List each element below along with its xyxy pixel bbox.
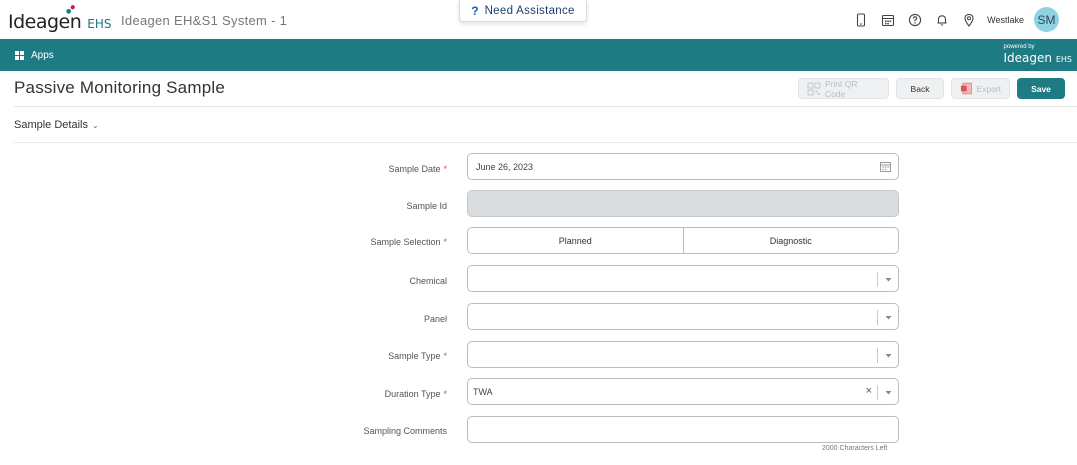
panel-label: Panel <box>423 314 447 324</box>
sample-type-label: Sample Type * <box>388 351 447 361</box>
caret-down-icon[interactable] <box>884 313 893 322</box>
sample-date-field[interactable]: June 26, 2023 <box>467 153 899 180</box>
sample-selection-label: Sample Selection * <box>370 237 447 247</box>
duration-type-label-text: Duration Type <box>384 389 441 399</box>
sampling-comments-input[interactable] <box>467 416 899 443</box>
print-qr-code-button[interactable]: Print QR Code <box>798 78 889 99</box>
duration-type-value: TWA <box>473 387 493 397</box>
logo-mark-icon <box>66 5 75 14</box>
dropdown-separator <box>877 385 878 400</box>
sample-type-dropdown[interactable] <box>467 341 899 368</box>
clear-icon[interactable]: × <box>866 385 872 397</box>
page-title: Passive Monitoring Sample <box>14 78 225 97</box>
required-marker: * <box>443 164 447 174</box>
powered-by-logo: powered by Ideagen EHS <box>1004 44 1072 67</box>
chemical-dropdown[interactable] <box>467 265 899 292</box>
dropdown-separator <box>877 310 878 325</box>
duration-type-dropdown[interactable]: TWA × <box>467 378 899 405</box>
sample-date-value: June 26, 2023 <box>476 162 534 172</box>
header-divider <box>14 106 1077 107</box>
user-avatar[interactable]: SM <box>1034 7 1059 32</box>
qr-code-icon <box>807 82 821 95</box>
caret-down-icon[interactable] <box>884 388 893 397</box>
planned-option[interactable]: Planned <box>468 228 683 253</box>
grid-icon <box>15 50 24 60</box>
export-button[interactable]: Export <box>951 78 1010 99</box>
caret-down-icon[interactable] <box>884 275 893 284</box>
help-circle-icon[interactable] <box>901 7 928 32</box>
action-toolbar: Print QR Code Back Export Save <box>791 78 1065 99</box>
back-button[interactable]: Back <box>896 78 944 99</box>
apps-label: Apps <box>31 49 54 61</box>
top-header: Ideagen EHS Ideagen EH&S1 System - 1 ? N… <box>0 0 1077 39</box>
mobile-icon[interactable] <box>847 7 874 32</box>
need-assistance-label: Need Assistance <box>484 4 575 17</box>
sample-id-label: Sample Id <box>406 201 447 211</box>
required-marker: * <box>443 237 447 247</box>
location-pin-icon[interactable] <box>955 7 982 32</box>
section-divider <box>14 142 1077 143</box>
question-icon: ? <box>471 3 479 18</box>
location-selector[interactable]: Westlake <box>987 15 1024 25</box>
sample-selection-label-text: Sample Selection <box>370 237 441 247</box>
caret-down-icon[interactable] <box>884 351 893 360</box>
logo-text: Ideagen <box>8 11 82 33</box>
bell-icon[interactable] <box>928 7 955 32</box>
sample-id-field <box>467 190 899 217</box>
sample-selection-toggle: Planned Diagnostic <box>467 227 899 254</box>
required-marker: * <box>443 351 447 361</box>
calendar-icon[interactable] <box>880 161 891 172</box>
dropdown-separator <box>877 348 878 363</box>
character-counter: 2000 Characters Left <box>822 445 888 452</box>
powered-by-text: powered by <box>1003 44 1035 50</box>
print-qr-code-label: Print QR Code <box>824 78 858 99</box>
chevron-down-icon: ⌄ <box>91 120 99 130</box>
logo-suffix: EHS <box>87 17 112 31</box>
powered-logo-suffix: EHS <box>1055 55 1072 64</box>
export-label: Export <box>976 83 1001 94</box>
sample-details-section-toggle[interactable]: Sample Details ⌄ <box>14 119 99 131</box>
dropdown-separator <box>877 272 878 287</box>
required-marker: * <box>443 389 447 399</box>
save-button[interactable]: Save <box>1017 78 1065 99</box>
sample-date-label-text: Sample Date <box>388 164 441 174</box>
app-nav-bar: Apps powered by Ideagen EHS <box>0 39 1077 71</box>
need-assistance-button[interactable]: ? Need Assistance <box>459 0 587 22</box>
duration-type-label: Duration Type * <box>385 389 447 399</box>
header-icon-bar: Westlake SM <box>847 7 1077 32</box>
diagnostic-option[interactable]: Diagnostic <box>682 228 899 253</box>
sampling-comments-label: Sampling Comments <box>363 426 447 436</box>
system-title: Ideagen EH&S1 System - 1 <box>121 13 288 28</box>
ideagen-logo[interactable]: Ideagen EHS <box>8 5 112 33</box>
powered-logo-text: Ideagen EHS <box>1004 51 1072 67</box>
powered-logo-name: Ideagen <box>1003 51 1053 65</box>
section-title: Sample Details <box>14 119 88 131</box>
file-export-icon <box>960 82 972 95</box>
panel-dropdown[interactable] <box>467 303 899 330</box>
chemical-label: Chemical <box>409 276 447 286</box>
apps-menu-button[interactable]: Apps <box>15 39 54 71</box>
sample-date-label: Sample Date * <box>388 164 447 174</box>
sample-type-label-text: Sample Type <box>388 351 441 361</box>
calendar-icon[interactable] <box>874 7 901 32</box>
